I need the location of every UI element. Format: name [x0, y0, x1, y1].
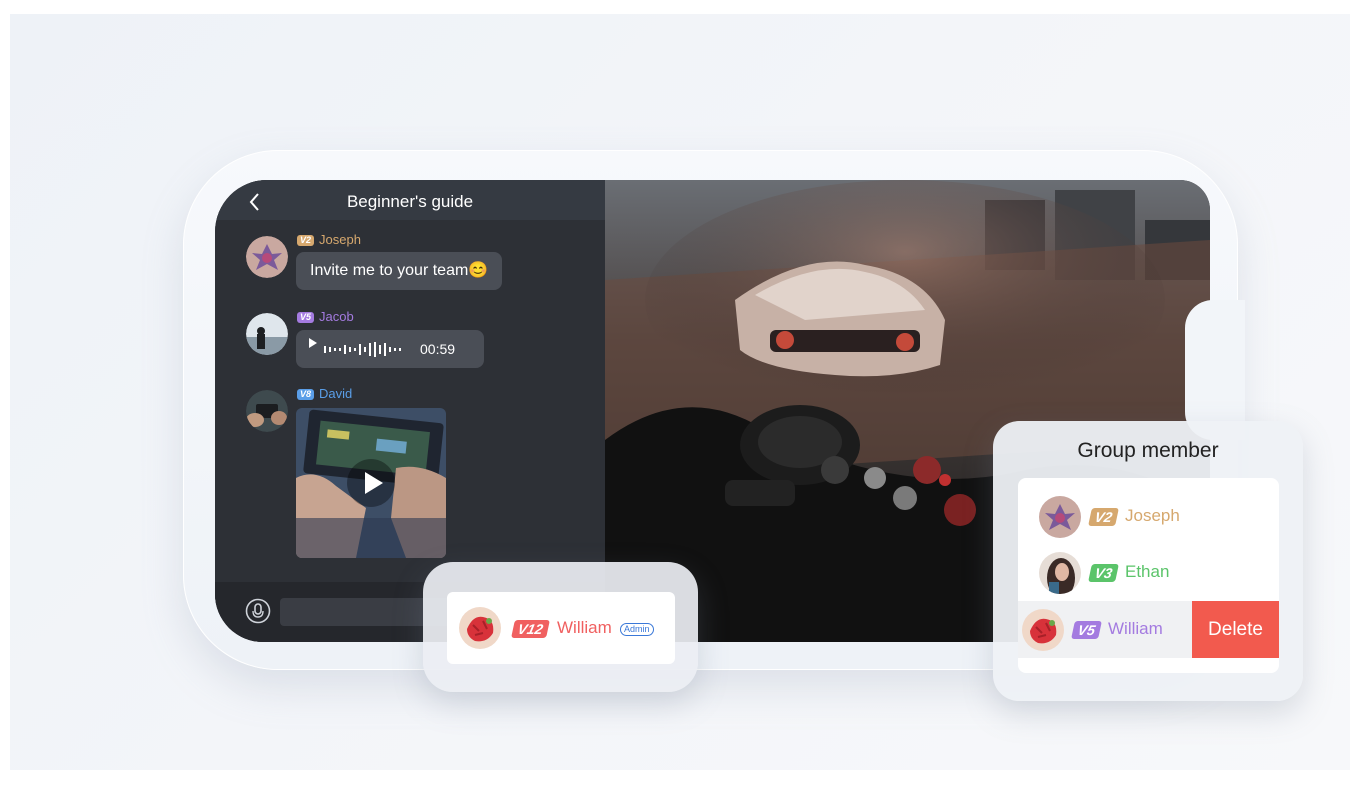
- admin-member-row[interactable]: V12 William Admin: [447, 592, 675, 664]
- admin-member-card: V12 William Admin: [423, 562, 698, 692]
- play-video-icon[interactable]: [346, 458, 396, 508]
- avatar-william[interactable]: [459, 607, 501, 649]
- member-name: Joseph: [1125, 506, 1180, 525]
- member-name: William: [1108, 619, 1163, 638]
- avatar-david[interactable]: [246, 390, 288, 432]
- chat-title: Beginner's guide: [346, 192, 474, 211]
- level-badge: V2: [1088, 508, 1120, 526]
- level-badge: V5: [297, 312, 315, 323]
- avatar-joseph[interactable]: [246, 236, 288, 278]
- level-badge: V5: [1071, 621, 1103, 639]
- chat-header: Beginner's guide: [215, 180, 605, 220]
- member-name: Ethan: [1125, 562, 1170, 581]
- sender-name: Jacob: [319, 309, 354, 324]
- level-badge: V3: [1088, 564, 1120, 582]
- text-message-bubble[interactable]: Invite me to your team😊: [296, 252, 503, 290]
- avatar-ethan[interactable]: [1039, 552, 1081, 594]
- sender-name: Joseph: [319, 232, 361, 247]
- back-arrow-icon[interactable]: [247, 192, 263, 212]
- video-message-thumbnail[interactable]: [296, 408, 446, 558]
- play-icon[interactable]: [308, 338, 318, 348]
- delete-button[interactable]: Delete: [1192, 601, 1279, 658]
- voice-message-bubble[interactable]: 00:59: [296, 330, 484, 368]
- group-member-title: Group member: [1077, 439, 1219, 462]
- member-row[interactable]: V3 Ethan: [1018, 544, 1279, 601]
- level-badge: V8: [297, 389, 315, 400]
- group-member-card: Group member V2 Joseph V3 Ethan V5 Willi…: [993, 421, 1303, 701]
- waveform-icon: [324, 342, 401, 357]
- voice-duration: 00:59: [420, 341, 456, 357]
- avatar-jacob[interactable]: [246, 313, 288, 355]
- admin-badge: Admin: [620, 623, 654, 636]
- sender-name: David: [319, 386, 353, 401]
- member-row-swiped[interactable]: V5 William Delete: [1018, 601, 1279, 658]
- level-badge: V12: [511, 620, 550, 638]
- member-row[interactable]: V2 Joseph: [1018, 488, 1279, 545]
- phone-side-notch: [1185, 300, 1245, 440]
- avatar-joseph[interactable]: [1039, 496, 1081, 538]
- member-list: V2 Joseph V3 Ethan V5 William Delete: [1018, 478, 1279, 673]
- avatar-william[interactable]: [1022, 609, 1064, 651]
- member-name: William: [557, 618, 612, 637]
- microphone-icon[interactable]: [245, 598, 271, 624]
- level-badge: V2: [297, 235, 315, 246]
